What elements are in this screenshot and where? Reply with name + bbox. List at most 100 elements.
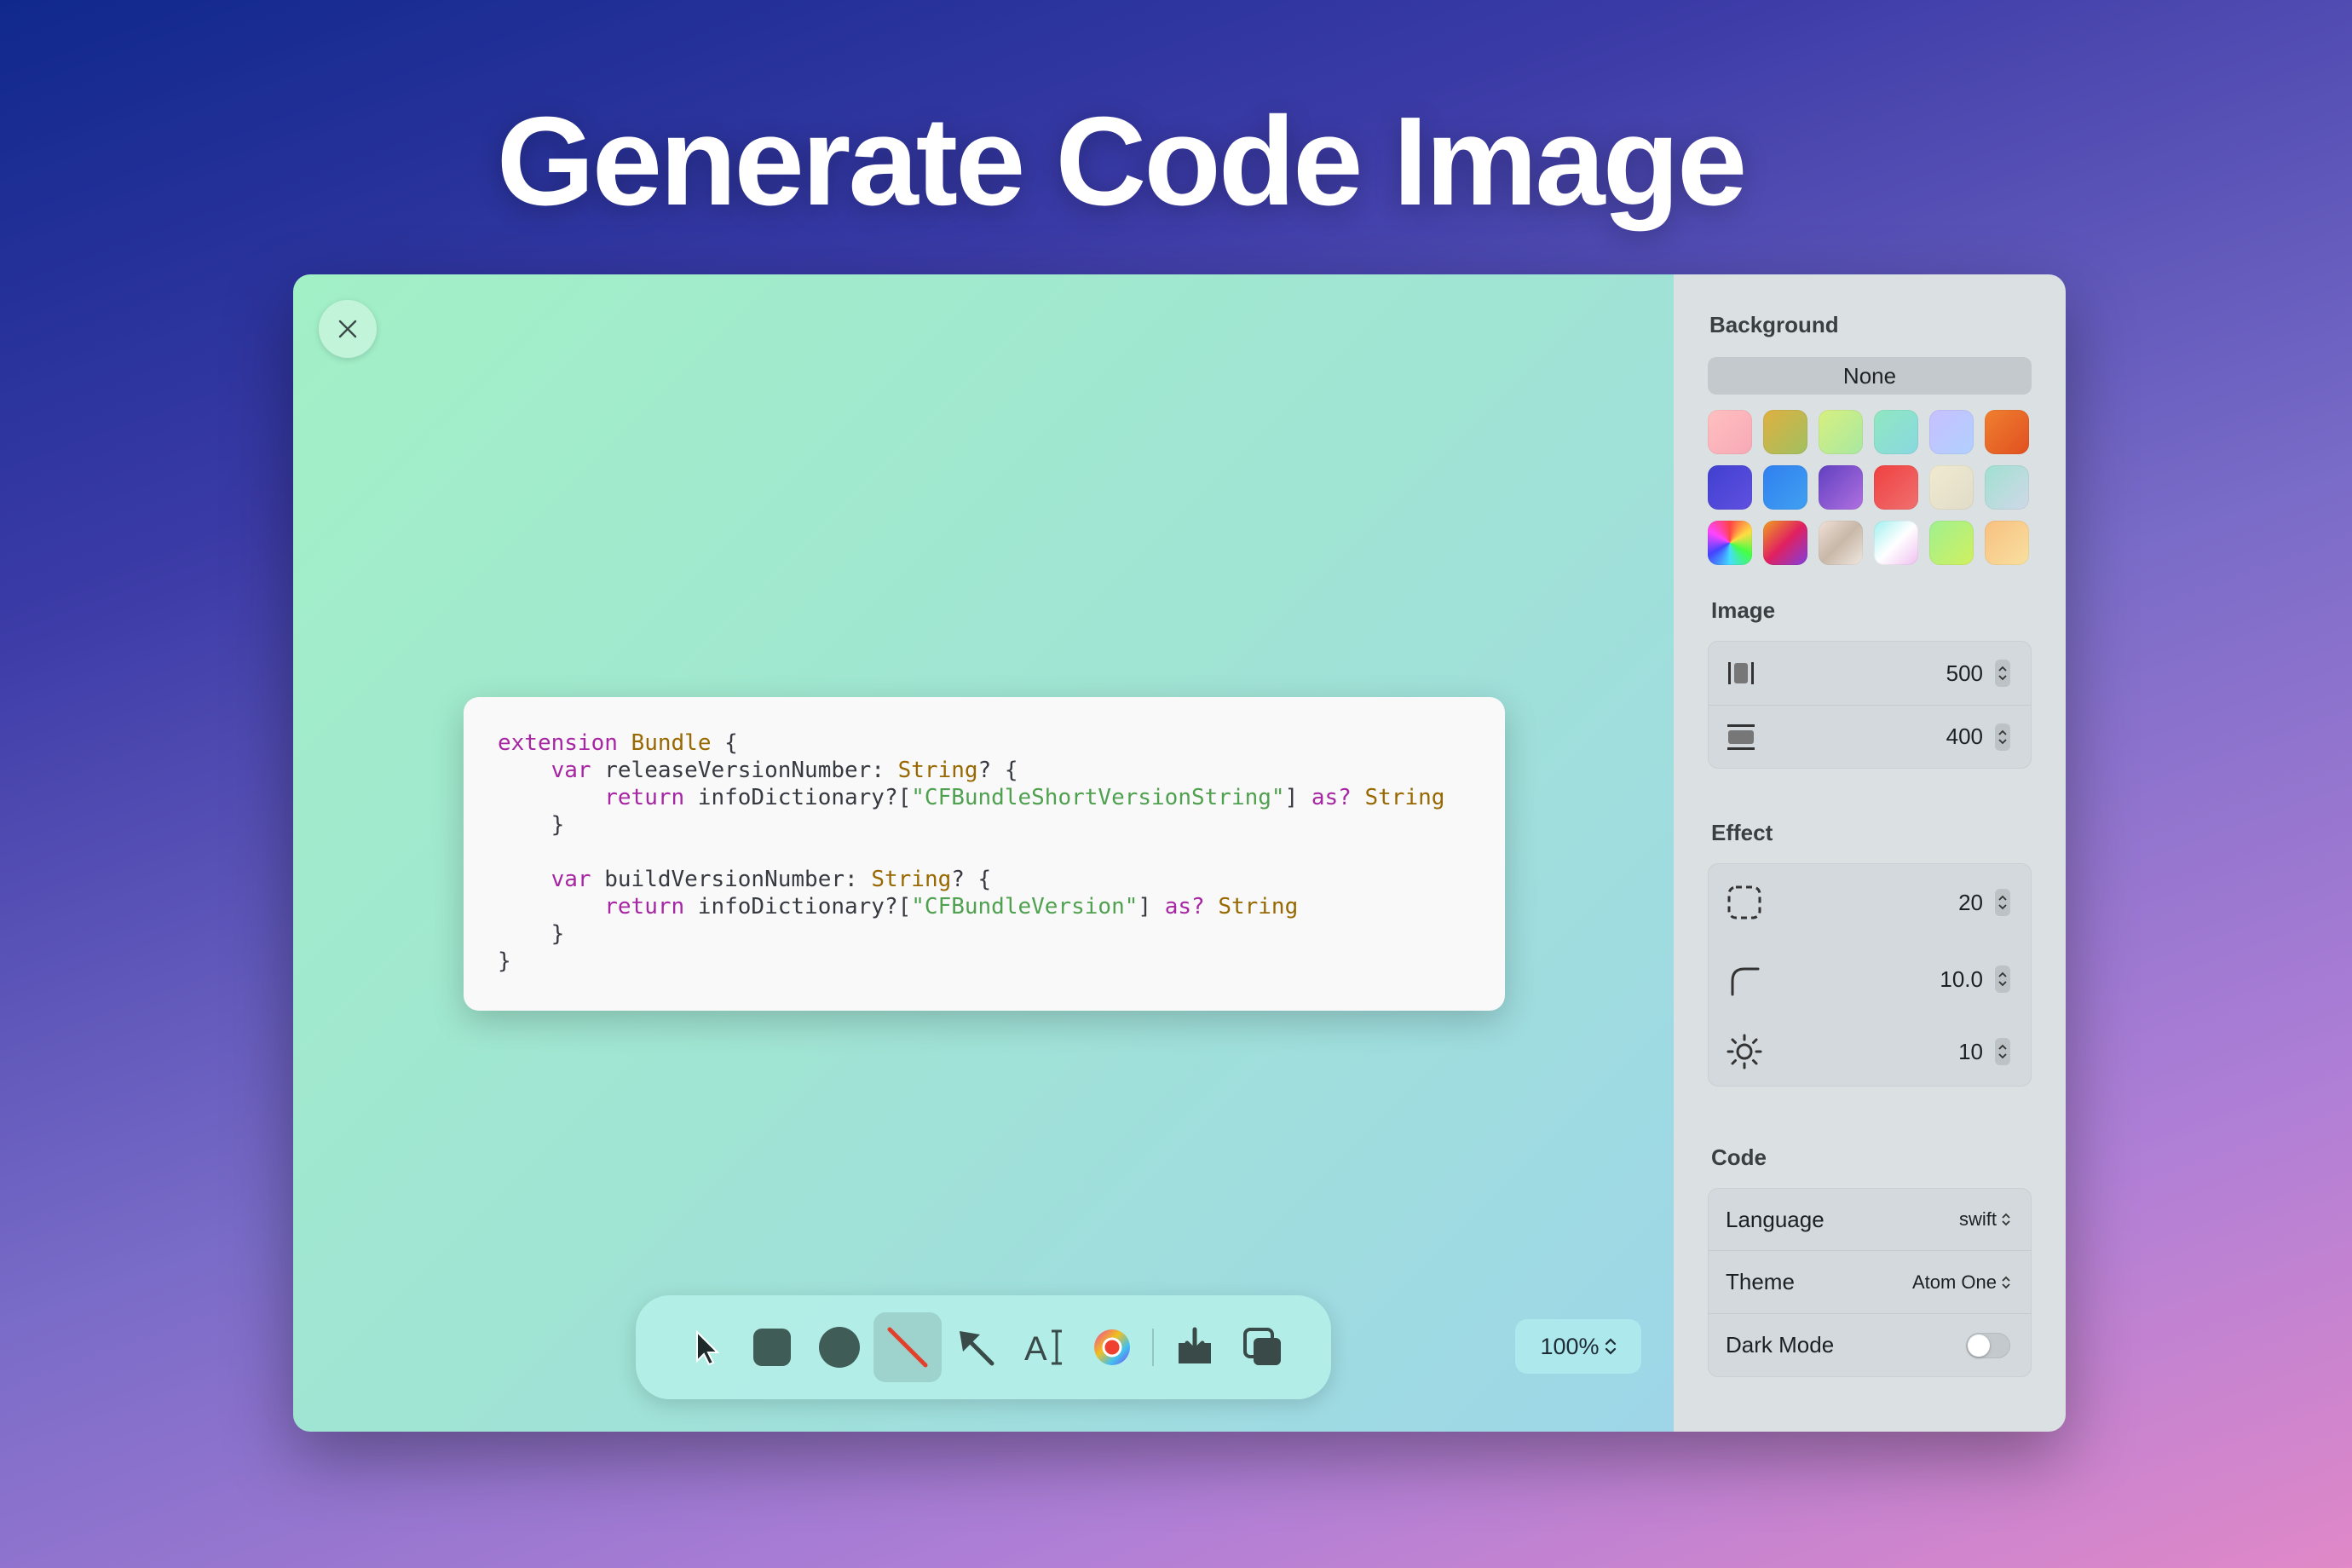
dark-mode-label: Dark Mode	[1726, 1332, 1835, 1358]
stepper-icon	[1998, 895, 2007, 910]
background-swatch[interactable]	[1929, 521, 1974, 565]
effect-radius-row[interactable]: 10.0	[1709, 941, 2031, 1017]
download-icon	[1179, 1327, 1212, 1363]
language-value: swift	[1959, 1208, 1997, 1230]
effect-shadow-stepper[interactable]	[1995, 1038, 2010, 1065]
padding-icon	[1727, 885, 1761, 919]
effect-padding-value[interactable]: 20	[1958, 890, 1983, 916]
background-swatch[interactable]	[1708, 410, 1752, 454]
background-swatch[interactable]	[1763, 521, 1807, 565]
theme-select[interactable]: Atom One	[1912, 1271, 2010, 1294]
sun-icon	[1727, 1034, 1762, 1069]
background-swatch[interactable]	[1708, 465, 1752, 510]
background-swatch[interactable]	[1819, 410, 1863, 454]
text-tool[interactable]: A	[1010, 1312, 1078, 1382]
image-height-stepper[interactable]	[1995, 723, 2010, 751]
background-swatch[interactable]	[1874, 465, 1918, 510]
code-section-title: Code	[1711, 1144, 1767, 1170]
language-label: Language	[1726, 1206, 1825, 1232]
zoom-control[interactable]: 100%	[1515, 1319, 1641, 1374]
height-icon	[1727, 723, 1755, 750]
background-swatch[interactable]	[1819, 465, 1863, 510]
effect-radius-stepper[interactable]	[1995, 966, 2010, 993]
background-swatch[interactable]	[1929, 410, 1974, 454]
toolbar-divider	[1152, 1329, 1155, 1366]
background-swatch[interactable]	[1763, 465, 1807, 510]
theme-label: Theme	[1726, 1269, 1795, 1294]
code-token: ]	[1284, 785, 1311, 810]
code-token: releaseVersionNumber:	[591, 758, 898, 783]
effect-padding-row[interactable]: 20	[1709, 864, 2031, 941]
corner-radius-icon	[1731, 967, 1760, 996]
background-swatch[interactable]	[1874, 410, 1918, 454]
canvas-area[interactable]: extension Bundle { var releaseVersionNum…	[293, 274, 1674, 1432]
close-button[interactable]	[319, 300, 377, 358]
pointer-tool[interactable]	[670, 1312, 738, 1382]
code-line: }	[498, 811, 1471, 839]
effect-shadow-value[interactable]: 10	[1958, 1039, 1983, 1065]
editor-window: extension Bundle { var releaseVersionNum…	[293, 274, 2066, 1432]
circle-tool[interactable]	[806, 1312, 874, 1382]
image-width-value[interactable]: 500	[1946, 660, 1983, 687]
text-icon: A	[1024, 1329, 1062, 1368]
stepper-icon	[1998, 666, 2007, 681]
code-token: extension	[498, 730, 618, 756]
background-swatch[interactable]	[1763, 410, 1807, 454]
image-height-row[interactable]: 400	[1709, 705, 2031, 768]
theme-value: Atom One	[1911, 1271, 1997, 1293]
code-line: extension Bundle {	[498, 729, 1471, 757]
code-token: ]	[1138, 894, 1165, 919]
background-swatch[interactable]	[1929, 465, 1974, 510]
background-swatch[interactable]	[1874, 521, 1918, 565]
stepper-icon	[1998, 1044, 2007, 1059]
background-swatch[interactable]	[1985, 521, 2029, 565]
line-icon	[887, 1327, 928, 1368]
code-line: }	[498, 948, 1471, 975]
code-token: String	[897, 758, 978, 783]
color-picker-tool[interactable]	[1078, 1312, 1146, 1382]
effect-radius-value[interactable]: 10.0	[1940, 966, 1983, 993]
stepper-icon	[1998, 971, 2007, 987]
dark-mode-row: Dark Mode	[1709, 1313, 2031, 1376]
code-token: ? {	[977, 758, 1018, 783]
code-preview-card[interactable]: extension Bundle { var releaseVersionNum…	[464, 697, 1505, 1011]
copy-tool[interactable]	[1229, 1312, 1297, 1382]
code-token: infoDictionary?[	[684, 894, 912, 919]
code-token: ? {	[951, 867, 992, 892]
background-swatch[interactable]	[1819, 521, 1863, 565]
code-token: Bundle	[631, 730, 712, 756]
effect-padding-stepper[interactable]	[1995, 889, 2010, 916]
background-swatch[interactable]	[1985, 410, 2029, 454]
language-select[interactable]: swift	[1959, 1208, 2010, 1231]
background-swatch[interactable]	[1708, 521, 1752, 565]
code-token: {	[711, 730, 738, 756]
dark-mode-toggle[interactable]	[1966, 1332, 2010, 1358]
settings-sidebar: Background None Image 500 400 Effect 20	[1674, 274, 2066, 1432]
image-width-row[interactable]: 500	[1709, 642, 2031, 705]
code-token: var	[551, 758, 591, 783]
zoom-level: 100%	[1540, 1333, 1600, 1359]
page-headline: Generate Code Image	[496, 91, 1748, 232]
language-row: Language swift	[1709, 1189, 2031, 1250]
color-wheel-icon	[1093, 1329, 1130, 1365]
image-width-stepper[interactable]	[1995, 660, 2010, 687]
background-swatch[interactable]	[1985, 465, 2029, 510]
download-tool[interactable]	[1161, 1312, 1229, 1382]
line-tool[interactable]	[873, 1312, 943, 1382]
effect-shadow-row[interactable]: 10	[1709, 1017, 2031, 1086]
image-height-value[interactable]: 400	[1946, 723, 1983, 750]
code-token: as?	[1311, 785, 1352, 810]
image-section-title: Image	[1711, 597, 1776, 623]
svg-text:A: A	[1024, 1330, 1047, 1368]
rectangle-tool[interactable]	[738, 1312, 806, 1382]
code-token: String	[1364, 785, 1445, 810]
arrow-tool[interactable]	[942, 1312, 1010, 1382]
stepper-icon	[1998, 729, 2007, 744]
effect-settings-group: 20 10.0 10	[1708, 863, 2032, 1087]
background-none-button[interactable]: None	[1708, 357, 2032, 395]
chevron-updown-icon	[2002, 1276, 2010, 1288]
